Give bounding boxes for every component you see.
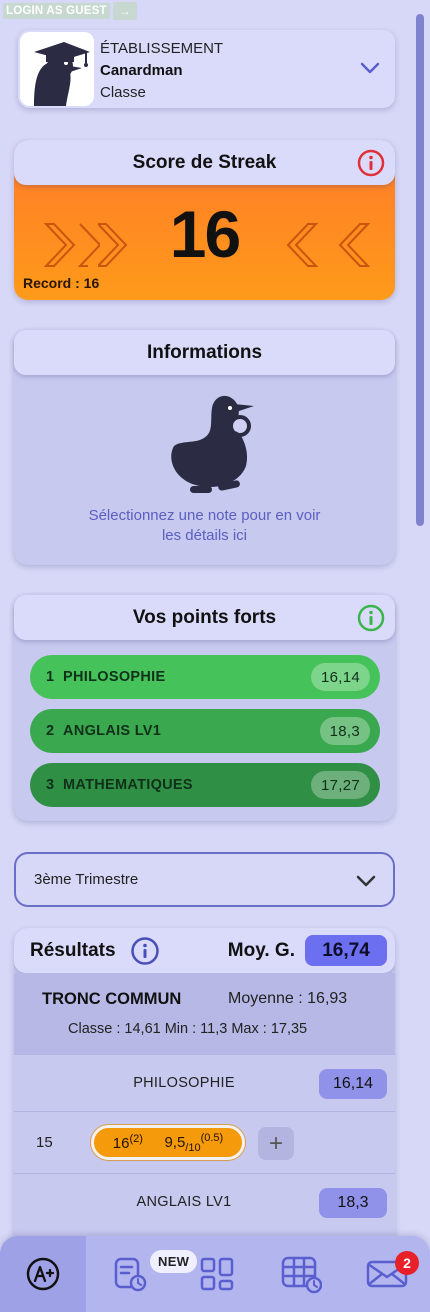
arrow-right-icon[interactable]: → [112,2,137,20]
strength-subject: MATHEMATIQUES [63,777,193,793]
subject-average: 18,3 [319,1188,387,1218]
grades-a-plus-icon [26,1257,60,1291]
new-badge: NEW [150,1250,198,1273]
streak-record: Record : 16 [23,275,100,291]
strength-item[interactable]: 2 ANGLAIS LV1 18,3 [30,709,380,753]
trimester-select[interactable]: 3ème Trimestre [14,852,395,907]
grade-2[interactable]: 9,5/10(0.5) [164,1132,223,1154]
tronc-commun-stats: Classe : 14,61 Min : 11,3 Max : 17,35 [68,1021,308,1037]
strength-value: 16,14 [310,663,370,691]
grade-1-value: 16 [112,1135,130,1152]
grade-2-value: 9,5 [164,1133,186,1151]
informations-message-line2: les détails ici [161,527,248,544]
subject-row[interactable]: ANGLAIS LV1 18,3 [14,1173,395,1230]
duck-avatar [20,32,94,106]
strength-subject: ANGLAIS LV1 [63,723,162,739]
informations-title: Informations [146,341,263,363]
guest-bar: LOGIN AS GUEST → [3,2,137,20]
general-average-label: Moy. G. [227,940,295,961]
establishment-label: ÉTABLISSEMENT [100,40,224,57]
tronc-commun-section: TRONC COMMUN Moyenne : 16,93 Classe : 14… [14,973,395,1054]
info-icon[interactable] [357,604,385,632]
informations-message-line1: Sélectionnez une note pour en voir [88,507,321,524]
tronc-commun-title: TRONC COMMUN [42,990,182,1008]
strength-rank: 3 [46,777,55,793]
informations-message: Sélectionnez une note pour en voir les d… [14,506,395,546]
streak-title: Score de Streak [132,151,277,173]
subject-average: 16,14 [319,1069,387,1099]
trimester-value: 3ème Trimestre [34,871,139,888]
info-icon[interactable] [357,149,385,177]
nav-dashboard[interactable] [192,1236,242,1312]
timetable-icon [281,1256,322,1294]
subject-name: ANGLAIS LV1 [136,1194,232,1210]
tronc-commun-average: Moyenne : 16,93 [228,990,348,1007]
informations-card: Informations Sélectionnez une note pour … [14,330,395,565]
points-forts-title: Vos points forts [132,606,277,628]
streak-value: 16 [169,197,241,271]
info-icon[interactable] [130,936,160,966]
strength-subject: PHILOSOPHIE [63,669,166,685]
chevron-down-icon [356,875,376,887]
unread-messages-badge: 2 [395,1251,419,1275]
class-label: Classe [100,84,146,101]
login-as-guest-button[interactable]: LOGIN AS GUEST [3,3,110,19]
establishment-info: ÉTABLISSEMENT Canardman Classe [100,38,223,104]
results-title: Résultats [30,939,116,961]
establishment-name: Canardman [100,62,183,79]
duck-magnifier-icon [171,395,254,493]
add-grade-button[interactable]: + [258,1127,294,1160]
strength-value: 18,3 [319,717,370,745]
dashboard-icon [200,1257,234,1291]
strength-rank: 2 [46,723,55,739]
grade-1-coef: (2) [129,1133,143,1145]
chevron-down-icon[interactable] [359,60,381,76]
grade-2-coef: (0.5) [200,1131,224,1144]
grade-1[interactable]: 16(2) [113,1133,143,1152]
homework-clock-icon [114,1257,147,1292]
nav-homework[interactable] [104,1236,154,1312]
points-forts-header: Vos points forts [14,595,395,640]
nav-timetable[interactable] [276,1236,326,1312]
streak-card: Score de Streak 16 Record : 16 [14,140,395,300]
nav-grades[interactable] [0,1236,86,1312]
strength-item[interactable]: 3 MATHEMATIQUES 17,27 [30,763,380,807]
grades-row: 15 16(2) 9,5/10(0.5) + [14,1111,395,1173]
strength-rank: 1 [46,669,55,685]
grade-coefficient: 15 [36,1134,53,1151]
results-card: Résultats Moy. G. 16,74 TRONC COMMUN Moy… [14,928,395,1248]
results-header: Résultats Moy. G. 16,74 [14,928,395,973]
bottom-nav [0,1236,430,1312]
strength-value: 17,27 [310,771,370,799]
scrollbar[interactable] [416,14,424,526]
grade-pill[interactable]: 16(2) 9,5/10(0.5) [91,1125,245,1160]
grade-2-denominator: /10 [185,1141,201,1154]
points-forts-card: Vos points forts 1 PHILOSOPHIE 16,14 2 A… [14,595,395,821]
establishment-selector[interactable]: ÉTABLISSEMENT Canardman Classe [18,30,395,108]
general-average-value: 16,74 [305,935,387,966]
strength-item[interactable]: 1 PHILOSOPHIE 16,14 [30,655,380,699]
streak-header: Score de Streak [14,140,395,185]
subject-name: PHILOSOPHIE [133,1075,235,1091]
subject-row[interactable]: PHILOSOPHIE 16,14 [14,1054,395,1111]
informations-header: Informations [14,330,395,375]
